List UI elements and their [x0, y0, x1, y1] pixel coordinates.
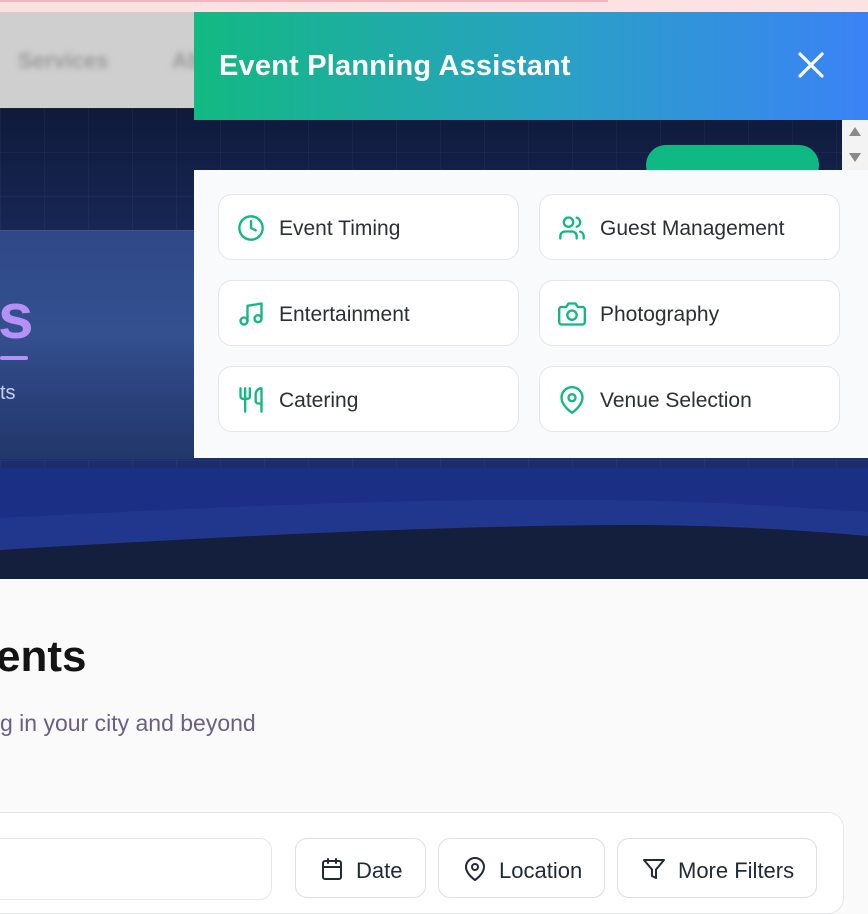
option-label: Guest Management — [600, 217, 785, 240]
music-icon — [239, 302, 263, 326]
option-venue-selection[interactable]: Venue Selection — [539, 366, 840, 432]
clock-icon — [238, 215, 264, 241]
search-input[interactable] — [0, 838, 272, 900]
more-filters-label: More Filters — [678, 858, 795, 883]
events-section-title: ents — [0, 632, 87, 681]
more-filters-button[interactable]: More Filters — [617, 838, 817, 898]
option-label: Photography — [600, 303, 720, 326]
nav-item-services[interactable]: Services — [18, 48, 109, 74]
camera-icon — [558, 302, 586, 326]
site-nav: Services Ab — [0, 12, 194, 108]
hero-heading-fragment: s — [0, 280, 34, 352]
assistant-panel-body: Event Timing Guest Management Entertainm… — [194, 170, 868, 458]
option-photography[interactable]: Photography — [539, 280, 840, 346]
hero-heading-underline — [0, 356, 28, 360]
map-pin-icon — [560, 386, 584, 414]
option-entertainment[interactable]: Entertainment — [218, 280, 519, 346]
hero-wave-decoration — [0, 468, 868, 579]
hero-subtitle-fragment: ts — [0, 382, 16, 404]
utensils-icon — [239, 387, 263, 413]
scroll-progress-line — [0, 0, 608, 2]
filter-icon — [643, 859, 665, 879]
date-filter-label: Date — [356, 858, 403, 883]
location-filter-label: Location — [499, 858, 583, 883]
map-pin-icon — [465, 857, 485, 881]
option-catering[interactable]: Catering — [218, 366, 519, 432]
users-icon — [559, 216, 585, 240]
scroll-up-arrow-icon[interactable] — [849, 127, 861, 136]
panel-scrollbar[interactable] — [842, 120, 868, 170]
assistant-panel-title: Event Planning Assistant — [219, 50, 571, 82]
page-top-strip — [0, 0, 868, 12]
option-label: Entertainment — [279, 303, 410, 326]
close-icon[interactable] — [790, 44, 834, 88]
nav-item-about[interactable]: Ab — [172, 48, 194, 74]
option-label: Venue Selection — [600, 389, 752, 412]
option-label: Event Timing — [279, 217, 401, 240]
option-event-timing[interactable]: Event Timing — [218, 194, 519, 260]
events-section-subtitle: g in your city and beyond — [0, 710, 256, 736]
date-filter-button[interactable]: Date — [295, 838, 426, 898]
calendar-icon — [322, 858, 342, 880]
location-filter-button[interactable]: Location — [438, 838, 605, 898]
assistant-panel-header: Event Planning Assistant — [194, 12, 868, 120]
scroll-down-arrow-icon[interactable] — [849, 153, 861, 162]
option-guest-management[interactable]: Guest Management — [539, 194, 840, 260]
option-label: Catering — [279, 389, 359, 412]
